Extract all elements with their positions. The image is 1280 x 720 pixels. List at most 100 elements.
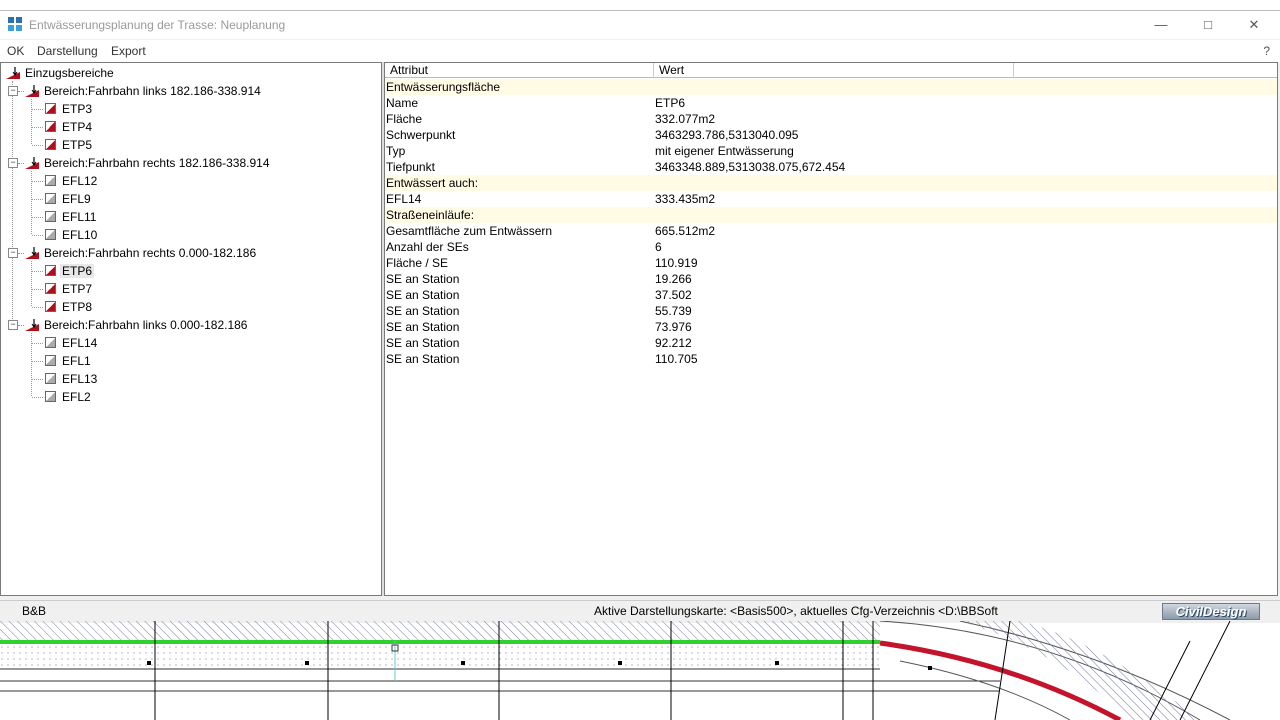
- tree-expander-1[interactable]: −: [8, 158, 18, 168]
- tree-connector: [32, 145, 43, 146]
- attribute-cell: EFL14: [386, 192, 422, 206]
- tree-connector: [18, 91, 24, 92]
- tree-expander-0[interactable]: −: [8, 86, 18, 96]
- tree-group-2[interactable]: Bereich:Fahrbahn rechts 0.000-182.186: [42, 244, 258, 262]
- attribute-cell: Name: [386, 96, 419, 110]
- etp-area-icon: [45, 301, 56, 312]
- table-row[interactable]: EFL14 333.435m2: [385, 191, 1277, 207]
- table-row[interactable]: SE an Station 19.266: [385, 271, 1277, 287]
- tree-item-efl10[interactable]: EFL10: [60, 226, 99, 244]
- tree-expander-3[interactable]: −: [8, 320, 18, 330]
- tree-item-label: EFL1: [62, 354, 91, 368]
- tree-item-efl2[interactable]: EFL2: [60, 388, 93, 406]
- catchment-group-icon: [25, 157, 39, 169]
- table-row[interactable]: SE an Station 110.705: [385, 351, 1277, 367]
- tree-connector: [32, 235, 43, 236]
- table-row[interactable]: Gesamtfläche zum Entwässern 665.512m2: [385, 223, 1277, 239]
- attribute-cell: SE an Station: [386, 272, 460, 286]
- column-header-attribut[interactable]: Attribut: [385, 63, 654, 78]
- catchment-tree[interactable]: Einzugsbereiche − Bereich:Fahrbahn links 1…: [0, 62, 382, 596]
- close-icon: ✕: [1248, 17, 1260, 32]
- tree-item-etp8[interactable]: ETP8: [60, 298, 94, 316]
- minimize-button[interactable]: —: [1146, 15, 1176, 35]
- table-row[interactable]: Fläche / SE 110.919: [385, 255, 1277, 271]
- help-button[interactable]: ?: [1263, 44, 1270, 58]
- efl-area-icon: [45, 211, 56, 222]
- tree-root-label: Einzugsbereiche: [25, 66, 114, 80]
- table-section-row[interactable]: Entwässerungsfläche: [385, 79, 1277, 95]
- tree-item-etp6[interactable]: ETP6: [60, 262, 95, 280]
- table-row[interactable]: SE an Station 55.739: [385, 303, 1277, 319]
- tree-connector: [32, 343, 43, 344]
- tree-item-efl1[interactable]: EFL1: [60, 352, 93, 370]
- value-cell: 92.212: [655, 336, 692, 350]
- attribute-cell: SE an Station: [386, 336, 460, 350]
- tree-item-etp4[interactable]: ETP4: [60, 118, 94, 136]
- table-row[interactable]: Name ETP6: [385, 95, 1277, 111]
- attribute-table: Attribut Wert Entwässerungsfläche Name ETP…: [384, 62, 1278, 596]
- tree-connector: [32, 217, 43, 218]
- tree-connector: [32, 307, 43, 308]
- tree-connector: [31, 99, 32, 144]
- menu-darstellung[interactable]: Darstellung: [37, 44, 98, 58]
- tree-item-efl11[interactable]: EFL11: [60, 208, 98, 226]
- tree-item-etp5[interactable]: ETP5: [60, 136, 94, 154]
- column-header-empty: [1014, 63, 1277, 78]
- maximize-button[interactable]: □: [1193, 15, 1223, 35]
- value-cell: 19.266: [655, 272, 692, 286]
- civildesign-logo: CivilDesign: [1162, 603, 1260, 620]
- table-row[interactable]: Schwerpunkt 3463293.786,5313040.095: [385, 127, 1277, 143]
- tree-item-etp3[interactable]: ETP3: [60, 100, 94, 118]
- value-cell: 332.077m2: [655, 112, 716, 126]
- table-section-row[interactable]: Entwässert auch:: [385, 175, 1277, 191]
- efl-area-icon: [45, 355, 56, 366]
- etp-area-icon: [45, 283, 56, 294]
- menu-ok[interactable]: OK: [7, 44, 24, 58]
- etp-area-icon: [45, 139, 56, 150]
- status-display-map: Aktive Darstellungskarte: <Basis500>, ak…: [594, 604, 998, 618]
- catchment-root-icon: [6, 67, 20, 79]
- value-cell: 3463348.889,5313038.075,672.454: [655, 160, 846, 174]
- tree-item-label: EFL10: [62, 228, 98, 242]
- efl-area-icon: [45, 193, 56, 204]
- tree-item-label: ETP8: [62, 300, 93, 314]
- drainage-planning-window: Entwässerungsplanung der Trasse: Neuplan…: [0, 10, 1280, 623]
- value-cell: 73.976: [655, 320, 692, 334]
- tree-root[interactable]: Einzugsbereiche: [23, 64, 116, 82]
- attribute-cell: SE an Station: [386, 320, 460, 334]
- tree-item-efl9[interactable]: EFL9: [60, 190, 93, 208]
- tree-item-efl14[interactable]: EFL14: [60, 334, 99, 352]
- menu-export[interactable]: Export: [111, 44, 146, 58]
- tree-group-3[interactable]: Bereich:Fahrbahn links 0.000-182.186: [42, 316, 249, 334]
- efl-area-icon: [45, 175, 56, 186]
- table-row[interactable]: Typ mit eigener Entwässerung: [385, 143, 1277, 159]
- table-row[interactable]: SE an Station 37.502: [385, 287, 1277, 303]
- tree-connector: [32, 271, 43, 272]
- catchment-group-icon: [25, 85, 39, 97]
- tree-item-etp7[interactable]: ETP7: [60, 280, 94, 298]
- tree-item-label: ETP6: [60, 264, 95, 278]
- table-row[interactable]: SE an Station 73.976: [385, 319, 1277, 335]
- tree-connector: [18, 325, 24, 326]
- attribute-cell: Fläche / SE: [386, 256, 449, 270]
- tree-group-1[interactable]: Bereich:Fahrbahn rechts 182.186-338.914: [42, 154, 272, 172]
- tree-item-label: ETP5: [62, 138, 93, 152]
- tree-connector: [32, 397, 43, 398]
- table-row[interactable]: Anzahl der SEs 6: [385, 239, 1277, 255]
- tree-group-label: Bereich:Fahrbahn links 0.000-182.186: [44, 318, 248, 332]
- table-row[interactable]: Fläche 332.077m2: [385, 111, 1277, 127]
- table-section-row[interactable]: Straßeneinläufe:: [385, 207, 1277, 223]
- tree-item-efl12[interactable]: EFL12: [60, 172, 99, 190]
- value-cell: 3463293.786,5313040.095: [655, 128, 799, 142]
- table-row[interactable]: SE an Station 92.212: [385, 335, 1277, 351]
- value-cell: 37.502: [655, 288, 692, 302]
- attribute-cell: Typ: [386, 144, 406, 158]
- tree-item-efl13[interactable]: EFL13: [60, 370, 99, 388]
- close-button[interactable]: ✕: [1239, 15, 1269, 35]
- column-header-wert[interactable]: Wert: [654, 63, 1014, 78]
- etp-area-icon: [45, 103, 56, 114]
- tree-expander-2[interactable]: −: [8, 248, 18, 258]
- table-row[interactable]: Tiefpunkt 3463348.889,5313038.075,672.454: [385, 159, 1277, 175]
- tree-group-label: Bereich:Fahrbahn rechts 0.000-182.186: [44, 246, 257, 260]
- tree-group-0[interactable]: Bereich:Fahrbahn links 182.186-338.914: [42, 82, 263, 100]
